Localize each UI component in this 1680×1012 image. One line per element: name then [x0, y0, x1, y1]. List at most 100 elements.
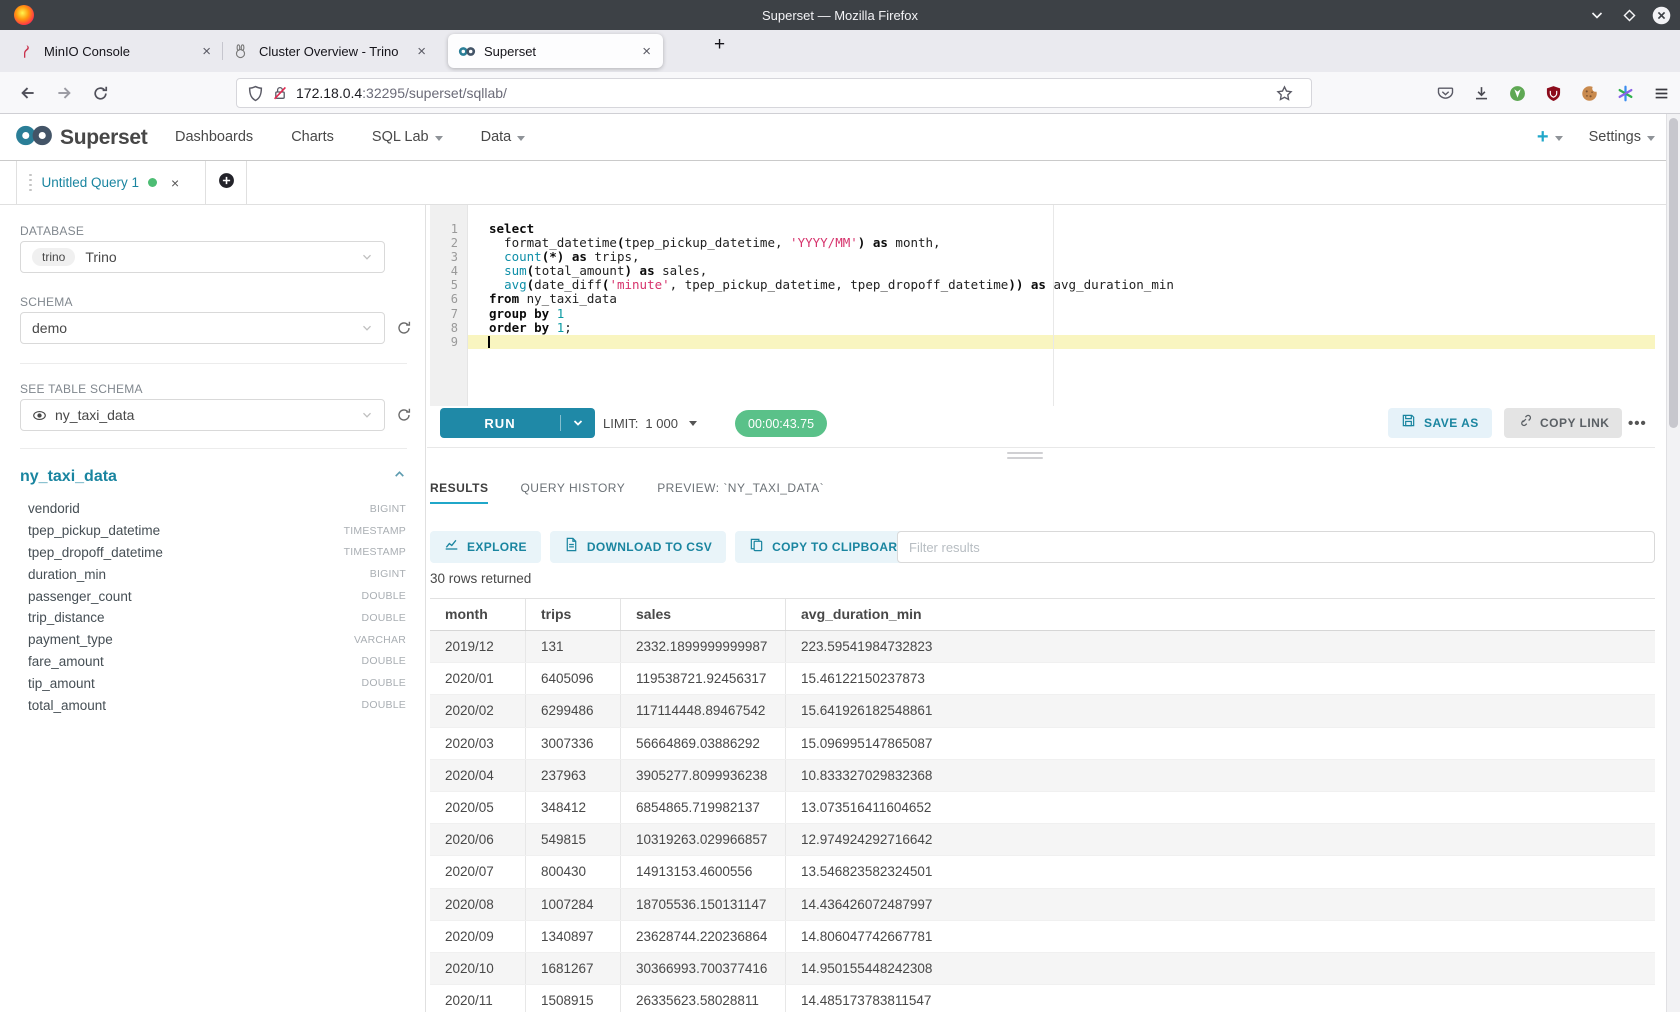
superset-menu: Dashboards Charts SQL Lab Data	[175, 114, 525, 160]
tab-close-icon[interactable]: ×	[415, 43, 428, 60]
schema-column-trip-distance: trip_distanceDOUBLE	[28, 607, 406, 629]
limit-dropdown[interactable]: LIMIT: 1 000	[603, 408, 697, 438]
refresh-schema-icon[interactable]	[394, 318, 414, 338]
add-query-tab-button[interactable]	[206, 161, 247, 204]
forward-icon[interactable]	[51, 80, 77, 106]
query-tab-active[interactable]: Untitled Query 1 ×	[16, 161, 206, 204]
column-header-trips[interactable]: trips	[526, 599, 621, 630]
table-select[interactable]: ny_taxi_data	[20, 399, 385, 431]
url-bar[interactable]: 172.18.0.4:32295/superset/sqllab/	[236, 78, 1312, 108]
clipboard-icon	[749, 537, 764, 557]
tab-close-icon[interactable]: ×	[200, 43, 213, 60]
text-cursor	[488, 336, 490, 349]
new-tab-button[interactable]: +	[690, 34, 731, 56]
filter-results-input[interactable]	[897, 531, 1655, 563]
database-select[interactable]: trino Trino	[20, 241, 385, 273]
drag-handle-icon[interactable]	[29, 174, 32, 192]
window-maximize-icon[interactable]	[1618, 4, 1640, 26]
table-cell: 1340897	[526, 921, 621, 952]
superset-logo[interactable]: Superset	[14, 124, 147, 152]
table-cell: 3007336	[526, 728, 621, 759]
extension-asterisk-icon[interactable]	[1617, 85, 1634, 102]
nav-item-data[interactable]: Data	[481, 129, 526, 145]
new-item-button[interactable]: +	[1537, 126, 1563, 149]
browser-tab-title: Superset	[484, 44, 640, 59]
scrollbar-thumb[interactable]	[1669, 118, 1678, 428]
column-header-month[interactable]: month	[430, 599, 526, 630]
table-cell: 223.59541984732823	[786, 631, 1655, 662]
table-value: ny_taxi_data	[55, 407, 134, 423]
table-cell: 2020/10	[430, 953, 526, 984]
table-cell: 117114448.89467542	[621, 695, 786, 726]
browser-tab-cluster-overview-trino[interactable]: Cluster Overview - Trino×	[223, 34, 438, 68]
explore-icon	[444, 537, 459, 557]
url-path: :32295/superset/sqllab/	[362, 85, 507, 101]
collapse-up-icon[interactable]	[393, 468, 406, 486]
window-minimize-icon[interactable]	[1586, 4, 1608, 26]
line-number: 7	[430, 307, 467, 321]
editor-line-3: count(*) as trips,	[468, 250, 1655, 264]
column-name: passenger_count	[28, 589, 132, 604]
ublock-icon[interactable]	[1545, 85, 1562, 102]
south-tab-results[interactable]: RESULTS	[430, 472, 488, 504]
nav-item-dashboards[interactable]: Dashboards	[175, 129, 253, 145]
column-header-sales[interactable]: sales	[621, 599, 786, 630]
line-number: 2	[430, 236, 467, 250]
table-cell: 2020/09	[430, 921, 526, 952]
table-heading[interactable]: ny_taxi_data	[20, 468, 117, 486]
lock-insecure-icon[interactable]	[272, 85, 288, 101]
back-icon[interactable]	[15, 80, 41, 106]
column-type: BIGINT	[370, 503, 406, 515]
schema-column-tpep-pickup-datetime: tpep_pickup_datetime TIMESTAMP	[28, 520, 406, 542]
window-close-icon[interactable]	[1650, 4, 1672, 26]
menu-icon[interactable]	[1653, 85, 1670, 102]
nav-item-charts[interactable]: Charts	[291, 129, 334, 145]
download-icon[interactable]	[1473, 85, 1490, 102]
browser-tab-superset[interactable]: Superset×	[448, 34, 663, 68]
south-tab-query-history[interactable]: QUERY HISTORY	[520, 472, 625, 504]
bookmark-star-icon[interactable]	[1276, 85, 1293, 102]
table-cell: 119538721.92456317	[621, 663, 786, 694]
column-list: vendoridBIGINTtpep_pickup_datetimeTIMEST…	[28, 498, 406, 716]
table-row: 2020/11150891526335623.5802881114.485173…	[430, 985, 1655, 1012]
south-tab-preview-ny-taxi-data[interactable]: PREVIEW: `NY_TAXI_DATA`	[657, 472, 824, 504]
tab-close-icon[interactable]: ×	[640, 43, 653, 60]
column-type: TIMESTAMP	[344, 525, 406, 537]
table-row: 2020/03300733656664869.0388629215.096995…	[430, 728, 1655, 760]
cookie-icon[interactable]	[1581, 85, 1598, 102]
editor-line-1: select	[468, 222, 1655, 236]
more-options-button[interactable]: •••	[1628, 408, 1647, 438]
save-icon	[1401, 413, 1416, 433]
editor-code: select format_datetime(tpep_pickup_datet…	[468, 222, 1655, 349]
run-button[interactable]: RUN	[440, 408, 595, 438]
download-to-csv-button[interactable]: DOWNLOAD TO CSV	[550, 531, 726, 563]
line-number: 1	[430, 222, 467, 236]
shield-icon[interactable]	[247, 85, 264, 102]
settings-menu[interactable]: Settings	[1589, 129, 1655, 145]
column-name: fare_amount	[28, 654, 104, 669]
privacy-badger-icon[interactable]	[1509, 85, 1526, 102]
save-as-button[interactable]: SAVE AS	[1388, 408, 1492, 438]
table-cell: 131	[526, 631, 621, 662]
table-cell: 14.436426072487997	[786, 889, 1655, 920]
query-tab-close-icon[interactable]: ×	[171, 175, 179, 191]
pocket-icon[interactable]	[1437, 85, 1454, 102]
copy-link-button[interactable]: COPY LINK	[1504, 408, 1622, 438]
copy-to-clipboard-button[interactable]: COPY TO CLIPBOARD	[735, 531, 920, 563]
column-type: VARCHAR	[354, 634, 406, 646]
nav-item-sql-lab[interactable]: SQL Lab	[372, 129, 443, 145]
schema-select[interactable]: demo	[20, 312, 385, 344]
page-scrollbar[interactable]	[1666, 114, 1680, 1012]
column-header-avg-duration-min[interactable]: avg_duration_min	[786, 599, 1655, 630]
south-pane-tabs: RESULTS QUERY HISTORY PREVIEW: `NY_TAXI_DA…	[430, 472, 824, 504]
reload-icon[interactable]	[87, 80, 113, 106]
column-name: tpep_pickup_datetime	[28, 523, 160, 538]
eye-icon	[32, 408, 47, 423]
refresh-table-icon[interactable]	[394, 405, 414, 425]
explore-button[interactable]: EXPLORE	[430, 531, 541, 563]
browser-tab-minio-console[interactable]: MinIO Console×	[8, 34, 223, 68]
pane-drag-handle[interactable]	[1007, 452, 1043, 462]
table-cell: 2332.1899999999987	[621, 631, 786, 662]
run-options-icon[interactable]	[561, 417, 595, 429]
sql-editor[interactable]: 123456789 select format_datetime(tpep_pi…	[430, 205, 1655, 406]
